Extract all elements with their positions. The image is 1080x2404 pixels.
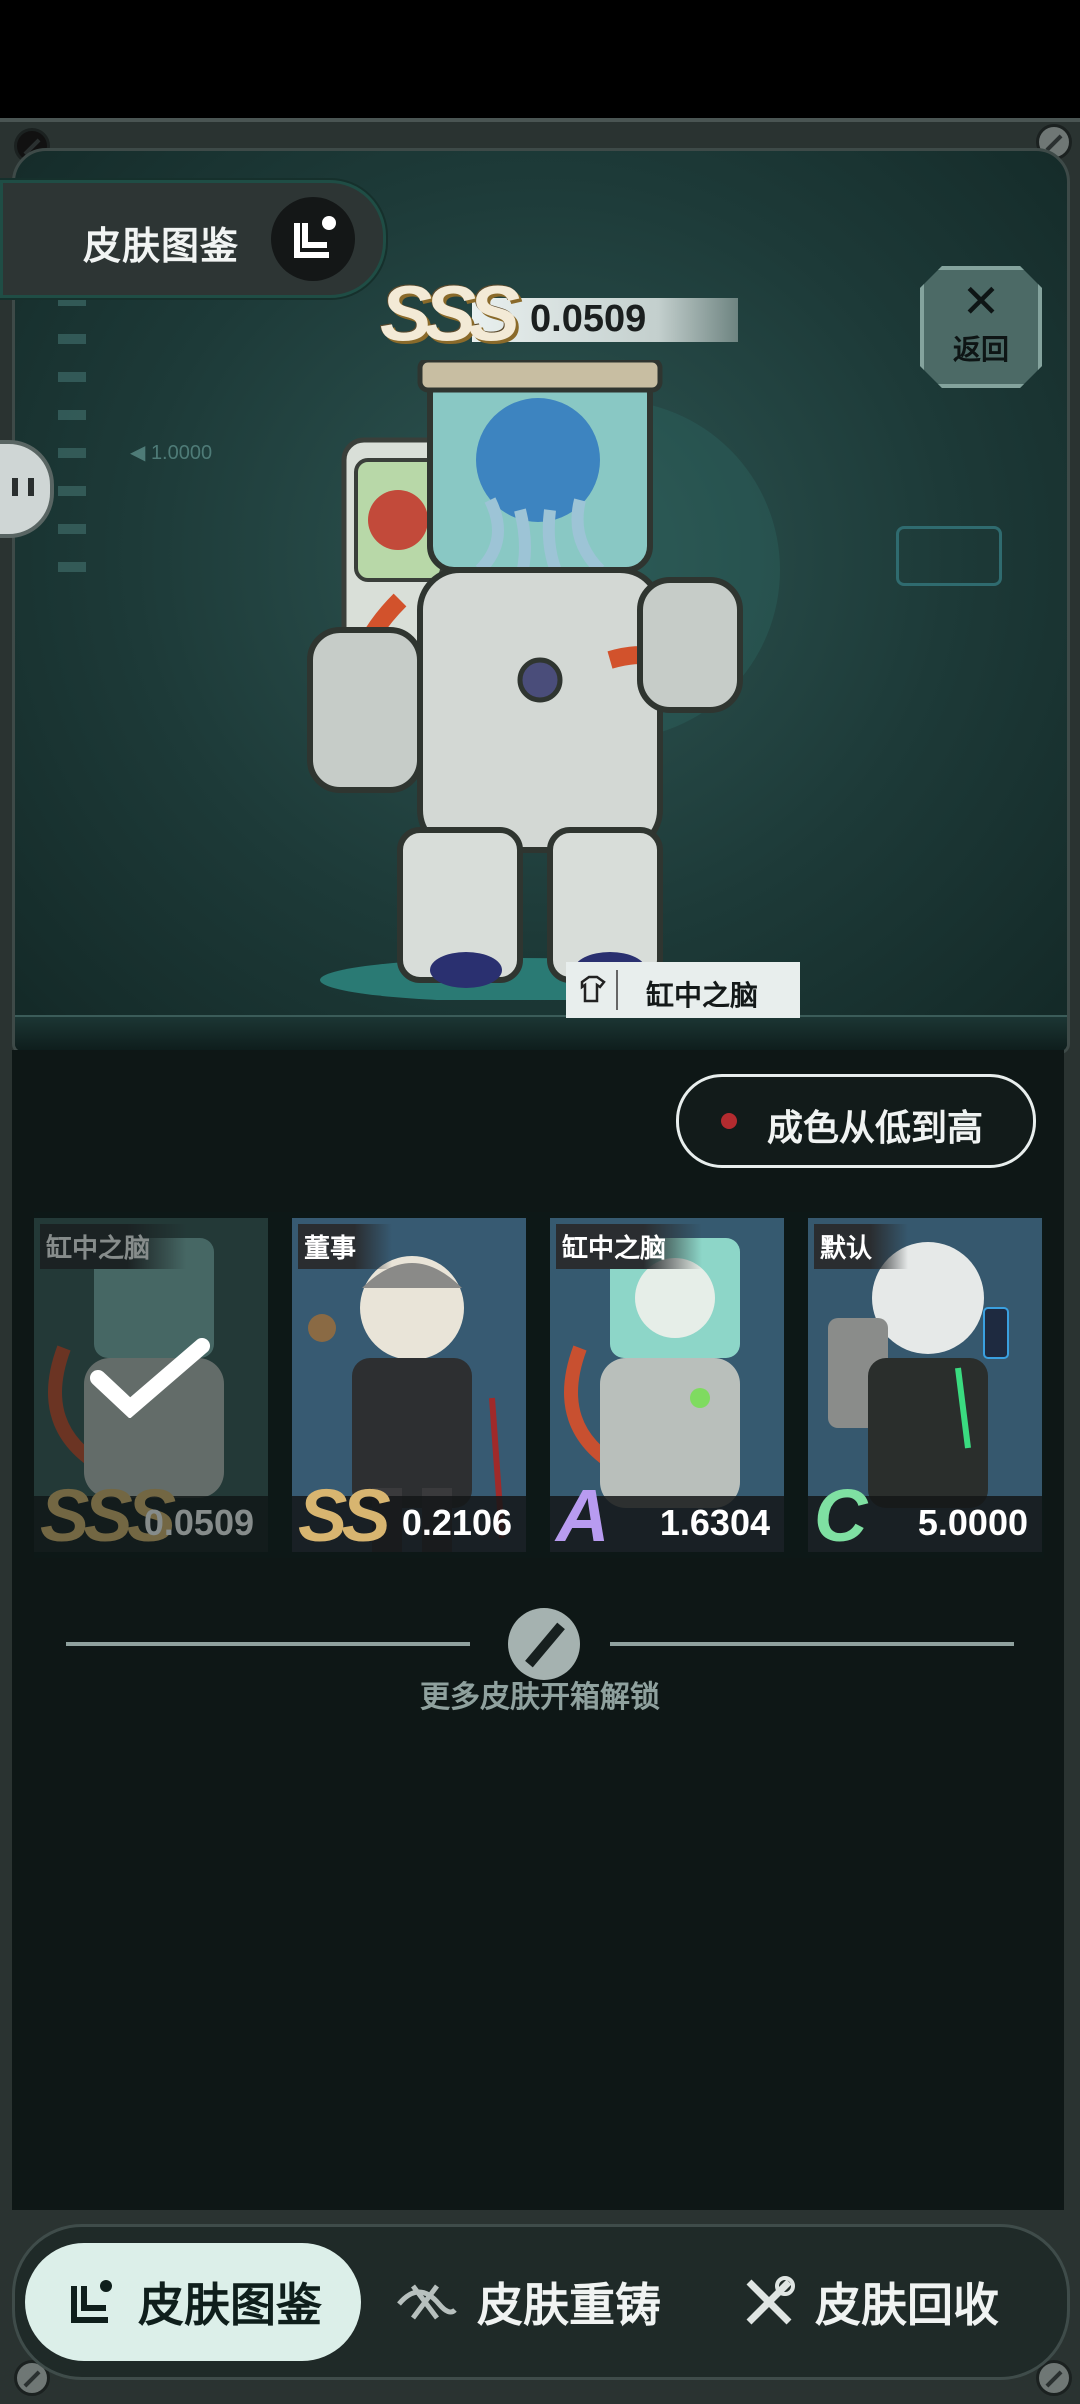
nav-label: 皮肤回收: [815, 2279, 999, 2331]
back-button[interactable]: ✕ 返回: [920, 266, 1042, 388]
divider: [66, 1642, 470, 1646]
skin-card-value: 0.0509: [143, 1502, 254, 1543]
sort-label: 成色从低到高: [767, 1107, 984, 1148]
skin-card-name: 缸中之脑: [556, 1224, 703, 1269]
divider: [610, 1642, 1014, 1646]
shirt-icon: [578, 974, 608, 1011]
skin-card-grade: A: [556, 1474, 610, 1553]
skin-grid: 缸中之脑 SSS 0.0509 董事 SS 0.2106 缸中之脑 A 1.63…: [34, 1212, 1044, 1558]
panel-edge: [15, 1015, 1067, 1051]
current-skin-name: 缸中之脑: [646, 980, 759, 1011]
current-skin-tag: 缸中之脑: [566, 962, 800, 1018]
hud-frame-decoration: [896, 526, 1002, 586]
skin-card-value: 5.0000: [917, 1502, 1028, 1543]
page-title: 皮肤图鉴: [83, 226, 240, 268]
gallery-title-tab: 皮肤图鉴: [0, 180, 386, 298]
tools-icon: [741, 2274, 797, 2330]
skin-card[interactable]: 缸中之脑 A 1.6304: [550, 1218, 784, 1552]
nav-label: 皮肤图鉴: [138, 2279, 322, 2331]
character-illustration: [307, 360, 780, 1000]
gallery-icon: [64, 2274, 120, 2330]
nav-tab-recast[interactable]: 皮肤重铸: [393, 2243, 661, 2361]
skin-card[interactable]: 董事 SS 0.2106: [292, 1218, 526, 1552]
nav-tab-recycle[interactable]: 皮肤回收: [741, 2243, 999, 2361]
divider: [616, 970, 618, 1010]
recast-icon: [393, 2274, 459, 2330]
skin-card[interactable]: 默认 C 5.0000: [808, 1218, 1042, 1552]
unlock-hint-text: 更多皮肤开箱解锁: [420, 1681, 660, 1714]
skin-card-value: 0.2106: [401, 1502, 512, 1543]
ruler-label: ◀ 1.0000: [130, 442, 213, 464]
locked-slash-icon: [508, 1608, 580, 1680]
skin-card-value: 1.6304: [659, 1502, 770, 1543]
selected-check-icon: [90, 1338, 210, 1418]
sort-button[interactable]: 成色从低到高: [676, 1074, 1036, 1168]
grade-badge: SSS: [380, 269, 520, 357]
skin-card-grade: SS: [298, 1474, 391, 1553]
skin-card-name: 董事: [298, 1224, 393, 1269]
bottom-nav: 皮肤图鉴 皮肤重铸 皮肤回收: [12, 2224, 1070, 2380]
nav-tab-gallery[interactable]: 皮肤图鉴: [25, 2243, 361, 2361]
gallery-icon[interactable]: [271, 197, 355, 281]
skin-card-grade: C: [814, 1474, 868, 1553]
nav-label: 皮肤重铸: [477, 2279, 661, 2331]
close-x-icon: ✕: [961, 275, 1001, 327]
unlock-hint: 更多皮肤开箱解锁: [66, 1600, 1014, 1714]
grade-value: 0.0509: [530, 298, 647, 340]
skin-card-name: 缸中之脑: [40, 1224, 187, 1269]
skin-card-name: 默认: [814, 1224, 909, 1269]
back-label: 返回: [952, 334, 1009, 365]
sort-indicator-dot: [721, 1113, 737, 1129]
